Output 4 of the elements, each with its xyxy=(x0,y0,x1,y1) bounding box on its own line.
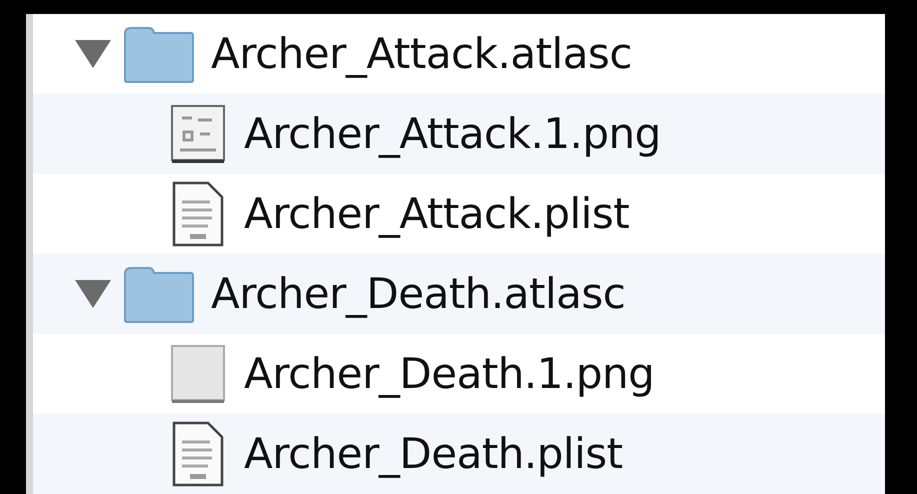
folder-icon xyxy=(123,24,195,84)
image-file-icon xyxy=(168,102,228,166)
folder-icon xyxy=(123,264,195,324)
image-file-icon xyxy=(168,342,228,406)
